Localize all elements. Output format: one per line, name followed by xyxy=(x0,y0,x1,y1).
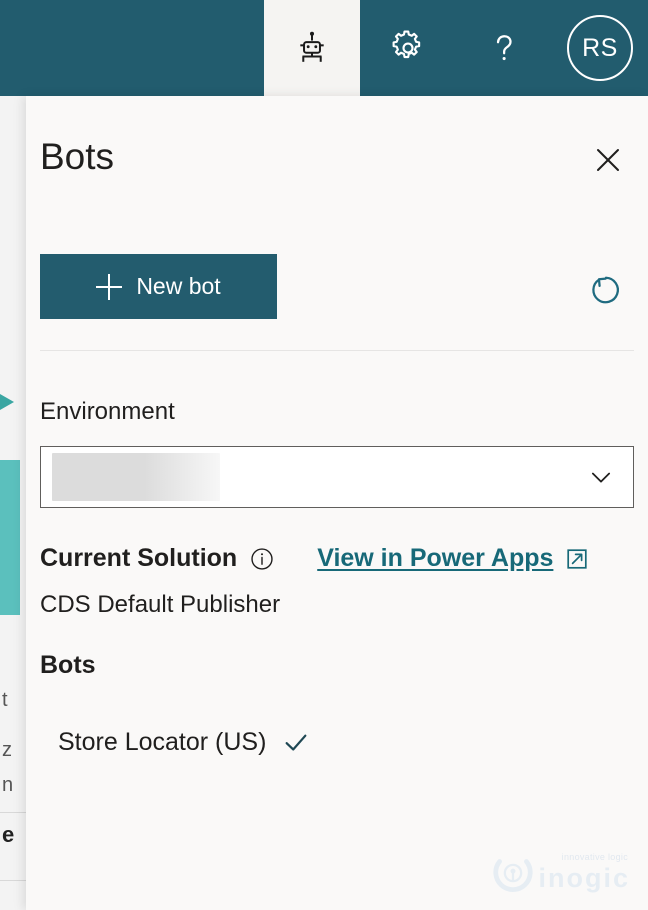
bots-flyout-panel: Bots New bot Environment Current Solutio… xyxy=(26,96,648,910)
avatar: RS xyxy=(567,15,633,81)
close-icon xyxy=(597,149,619,171)
current-solution-value: CDS Default Publisher xyxy=(40,591,281,618)
refresh-icon xyxy=(592,276,619,304)
question-mark-icon xyxy=(496,35,512,61)
environment-select[interactable] xyxy=(40,446,634,508)
panel-action-row: New bot xyxy=(26,254,648,350)
background-collapse-arrow-icon xyxy=(0,394,14,410)
background-text-fragment: t xyxy=(2,689,8,711)
gear-icon xyxy=(392,30,421,59)
background-text-fragment: n xyxy=(2,774,14,796)
account-avatar-button[interactable]: RS xyxy=(552,0,648,96)
new-bot-button-label: New bot xyxy=(136,273,221,299)
section-divider xyxy=(40,350,634,351)
new-bot-button[interactable]: New bot xyxy=(40,254,277,319)
topbar-action-group: RS xyxy=(264,0,648,96)
environment-selected-value xyxy=(52,453,220,501)
plus-icon xyxy=(96,273,123,300)
background-text-fragment: z xyxy=(2,739,12,761)
page-title: Bots xyxy=(40,136,115,177)
close-panel-button[interactable] xyxy=(588,140,628,180)
topbar-button-help[interactable] xyxy=(456,0,552,96)
view-in-power-apps-label: View in Power Apps xyxy=(317,544,554,572)
view-in-power-apps-link[interactable]: View in Power Apps xyxy=(317,544,589,573)
bots-list: Store Locator (US) xyxy=(26,722,648,762)
info-icon[interactable] xyxy=(249,546,275,572)
background-divider xyxy=(0,812,26,813)
current-solution-row: Current Solution View in Power Apps xyxy=(40,544,648,573)
check-icon xyxy=(282,728,310,756)
current-solution-label: Current Solution xyxy=(40,544,238,572)
panel-header: Bots xyxy=(26,96,648,212)
robot-icon xyxy=(300,31,324,62)
topbar-button-settings[interactable] xyxy=(360,0,456,96)
topbar-button-bots[interactable] xyxy=(264,0,360,96)
top-navigation-bar: RS xyxy=(0,0,648,96)
background-text-fragment: e xyxy=(2,822,15,847)
external-link-icon xyxy=(565,547,589,571)
list-item[interactable]: Store Locator (US) xyxy=(26,722,648,762)
chevron-down-icon xyxy=(587,463,615,491)
background-accent-block xyxy=(0,460,20,615)
refresh-button[interactable] xyxy=(584,268,628,312)
bots-section-heading: Bots xyxy=(40,651,96,679)
environment-label: Environment xyxy=(40,398,175,425)
background-divider xyxy=(0,880,26,881)
bot-name: Store Locator (US) xyxy=(58,727,267,756)
